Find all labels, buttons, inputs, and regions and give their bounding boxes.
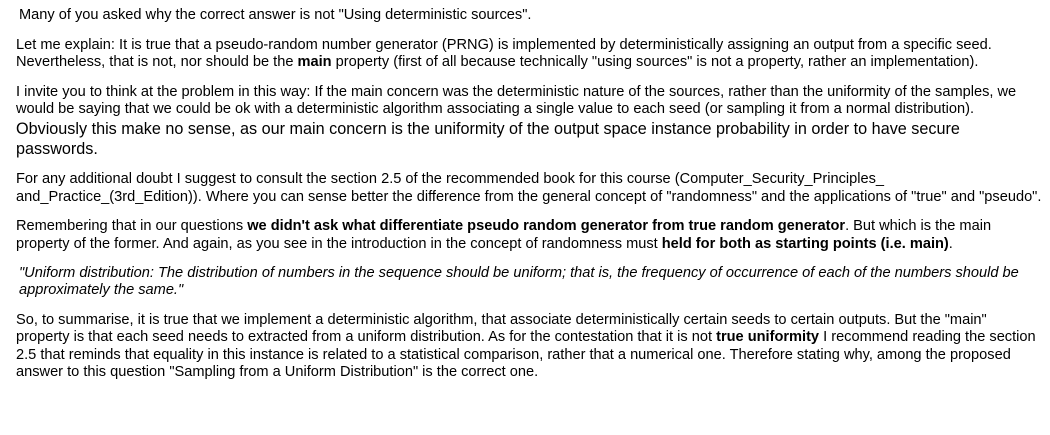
remembering-bold-2: held for both as starting points (i.e. m… bbox=[661, 235, 949, 252]
explanation-bold-main: main bbox=[297, 54, 332, 71]
reference-paragraph: For any additional doubt I suggest to co… bbox=[16, 171, 1044, 205]
reasoning-large-text: Obviously this make no sense, as our mai… bbox=[16, 119, 960, 158]
explanation-text-2: property (first of all because technical… bbox=[331, 54, 979, 71]
intro-text: Many of you asked why the correct answer… bbox=[19, 7, 532, 23]
explanation-paragraph: Let me explain: It is true that a pseudo… bbox=[16, 37, 1044, 71]
reasoning-text: I invite you to think at the problem in … bbox=[16, 84, 1017, 118]
remembering-bold-1: we didn't ask what differentiate pseudo … bbox=[247, 218, 846, 235]
document-body: Many of you asked why the correct answer… bbox=[0, 0, 1050, 435]
remembering-text-3: . bbox=[948, 235, 953, 252]
remembering-paragraph: Remembering that in our questions we did… bbox=[16, 218, 1044, 252]
quote-paragraph: "Uniform distribution: The distribution … bbox=[16, 265, 1044, 299]
reference-text-2: and_Practice_(3rd_Edition)). Where you c… bbox=[16, 188, 1042, 205]
remembering-text-1: Remembering that in our questions bbox=[16, 218, 248, 235]
intro-paragraph: Many of you asked why the correct answer… bbox=[16, 7, 1044, 24]
summary-paragraph: So, to summarise, it is true that we imp… bbox=[16, 312, 1044, 381]
quote-text: "Uniform distribution: The distribution … bbox=[19, 265, 1019, 299]
summary-bold: true uniformity bbox=[716, 329, 820, 346]
reference-text-1: For any additional doubt I suggest to co… bbox=[16, 171, 884, 188]
reasoning-paragraph: I invite you to think at the problem in … bbox=[16, 84, 1044, 159]
